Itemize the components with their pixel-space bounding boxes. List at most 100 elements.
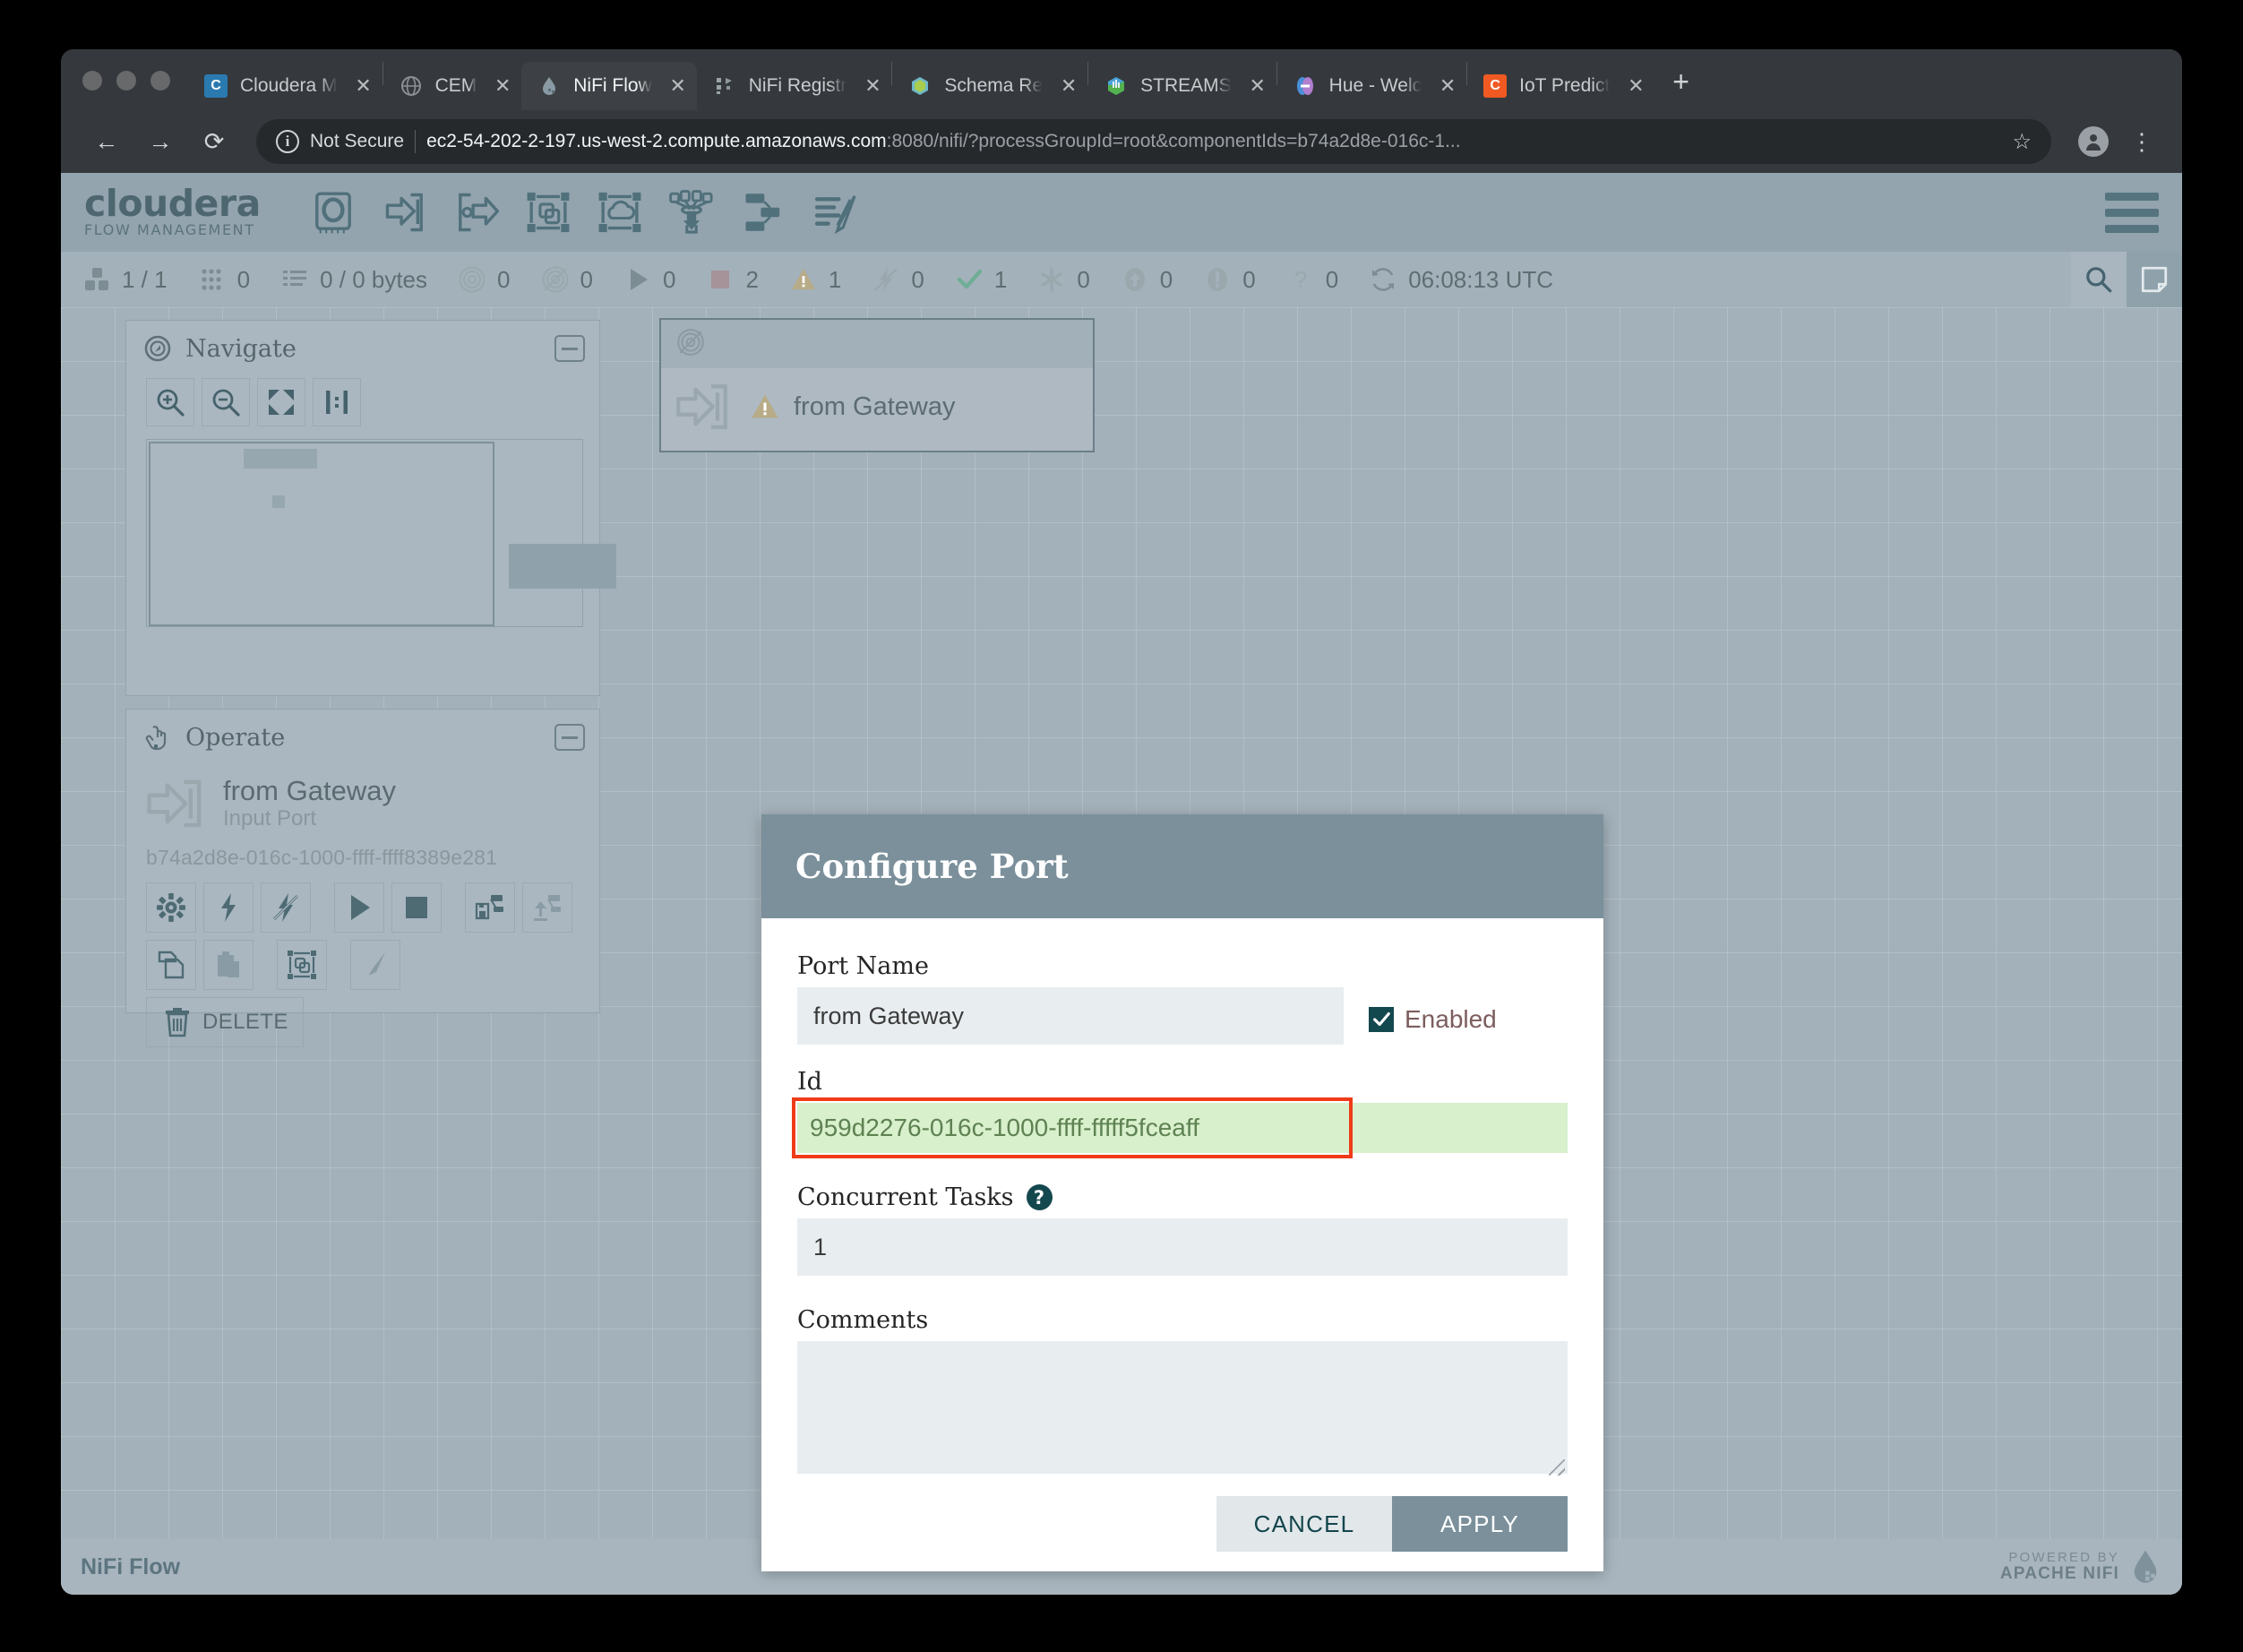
browser-tab-streams-messaging-manager[interactable]: STREAMS ✕	[1088, 62, 1276, 110]
close-icon[interactable]: ✕	[352, 74, 375, 98]
processor-icon[interactable]	[307, 189, 359, 236]
minimize-window-button[interactable]	[116, 71, 136, 90]
browser-tab-iot-prediction[interactable]: C IoT Predict ✕	[1467, 62, 1654, 110]
svg-text:?: ?	[1293, 266, 1306, 293]
cloudera-icon: C	[204, 74, 228, 98]
minimize-icon[interactable]	[554, 724, 585, 751]
navigate-panel-header: Navigate	[126, 321, 599, 373]
stop-button[interactable]	[391, 882, 442, 933]
port-name-row: Enabled	[797, 987, 1568, 1045]
forward-icon[interactable]: →	[136, 117, 185, 166]
smm-icon	[1104, 74, 1128, 98]
template-icon[interactable]	[737, 189, 789, 236]
copy-button[interactable]	[146, 940, 196, 990]
close-window-button[interactable]	[82, 71, 102, 90]
status-invalid: 1	[789, 265, 841, 294]
breadcrumb[interactable]: NiFi Flow	[81, 1554, 180, 1580]
browser-tab-nifi-flow[interactable]: NiFi Flow ✕	[521, 62, 697, 110]
status-value: 0	[236, 265, 251, 293]
browser-tab-cloudera-manager[interactable]: C Cloudera M ✕	[188, 62, 382, 110]
output-port-icon[interactable]	[451, 189, 503, 236]
disable-button[interactable]	[261, 882, 311, 933]
operate-panel-header: Operate	[126, 710, 599, 761]
selected-component: from Gateway Input Port	[126, 761, 599, 837]
nifi-canvas[interactable]: from Gateway Navigate Operate from Gatew…	[61, 307, 2182, 1595]
fit-to-screen-icon[interactable]	[257, 378, 305, 426]
input-port-icon[interactable]	[379, 189, 431, 236]
status-value: 0	[911, 265, 924, 293]
disabled-icon	[872, 265, 900, 294]
window-traffic-lights	[61, 71, 188, 110]
port-name-input[interactable]	[797, 987, 1344, 1045]
browser-tab-hue[interactable]: Hue - Welc ✕	[1277, 62, 1466, 110]
new-tab-button[interactable]: +	[1654, 67, 1707, 110]
paste-button[interactable]	[203, 940, 254, 990]
apply-button[interactable]: APPLY	[1392, 1496, 1568, 1552]
version-commit-button[interactable]	[522, 882, 572, 933]
minimap-component	[272, 495, 285, 508]
nifi-drop-icon	[2128, 1549, 2162, 1585]
up-to-date-icon	[955, 265, 984, 294]
nifi-app: cloudera FLOW MANAGEMENT 1 / 1 0 0 / 0 b…	[61, 173, 2182, 1595]
version-save-button[interactable]	[465, 882, 515, 933]
enabled-checkbox[interactable]	[1369, 1007, 1394, 1032]
close-icon[interactable]: ✕	[1436, 74, 1459, 98]
start-icon	[351, 895, 370, 920]
help-icon[interactable]: ?	[1026, 1184, 1053, 1210]
actual-size-icon[interactable]	[313, 378, 361, 426]
url-path: :8080/nifi/?processGroupId=root&componen…	[886, 131, 1461, 151]
bulletin-board-icon[interactable]	[2127, 252, 2182, 307]
close-icon[interactable]: ✕	[1057, 74, 1080, 98]
address-bar[interactable]: i Not Secure ec2-54-202-2-197.us-west-2.…	[256, 119, 2051, 164]
comments-label-text: Comments	[797, 1306, 929, 1334]
bookmark-star-icon[interactable]: ☆	[2012, 129, 2032, 155]
browser-tab-schema-registry[interactable]: Schema Re ✕	[892, 62, 1087, 110]
funnel-icon[interactable]	[666, 189, 718, 236]
status-queued: 0 / 0 bytes	[280, 265, 427, 294]
enabled-checkbox-group[interactable]: Enabled	[1369, 987, 1497, 1034]
browser-menu-icon[interactable]: ⋮	[2123, 130, 2161, 153]
tab-label: IoT Predict	[1519, 75, 1611, 96]
reload-icon[interactable]: ⟳	[190, 117, 238, 166]
zoom-out-icon[interactable]	[202, 378, 250, 426]
close-icon[interactable]: ✕	[1624, 74, 1647, 98]
tab-label: CEM	[434, 75, 477, 96]
remote-process-group-icon[interactable]	[594, 189, 646, 236]
browser-tab-cem[interactable]: CEM ✕	[383, 62, 522, 110]
zoom-in-icon[interactable]	[146, 378, 194, 426]
maximize-window-button[interactable]	[150, 71, 170, 90]
configure-button[interactable]	[146, 882, 196, 933]
group-button[interactable]	[277, 940, 327, 990]
close-icon[interactable]: ✕	[1246, 74, 1269, 98]
close-icon[interactable]: ✕	[666, 74, 690, 98]
search-icon[interactable]	[2071, 252, 2127, 307]
minimap[interactable]	[146, 439, 616, 627]
minimize-icon[interactable]	[554, 335, 585, 362]
hand-pointer-icon	[142, 722, 173, 753]
label-icon[interactable]	[809, 189, 861, 236]
concurrent-tasks-input[interactable]	[797, 1218, 1568, 1276]
color-button[interactable]	[350, 940, 400, 990]
process-group-icon[interactable]	[522, 189, 574, 236]
close-icon[interactable]: ✕	[491, 74, 514, 98]
info-icon[interactable]: i	[276, 130, 299, 153]
tab-label: NiFi Registr	[748, 75, 847, 96]
enable-button[interactable]	[203, 882, 254, 933]
browser-tab-nifi-registry[interactable]: NiFi Registr ✕	[697, 62, 892, 110]
hue-icon	[1293, 74, 1317, 98]
delete-button[interactable]: DELETE	[146, 997, 304, 1047]
tab-label: Schema Re	[944, 75, 1044, 96]
avatar[interactable]	[2078, 126, 2109, 157]
start-button[interactable]	[334, 882, 384, 933]
close-icon[interactable]: ✕	[861, 74, 884, 98]
back-icon[interactable]: ←	[82, 117, 131, 166]
global-menu-icon[interactable]	[2105, 192, 2159, 233]
minimap-viewport[interactable]	[149, 442, 494, 626]
status-stopped: 2	[706, 265, 759, 294]
cancel-button[interactable]: CANCEL	[1216, 1496, 1392, 1552]
comments-textarea[interactable]	[797, 1341, 1568, 1474]
resize-handle[interactable]	[1549, 1459, 1565, 1476]
canvas-input-port[interactable]: from Gateway	[659, 318, 1095, 452]
